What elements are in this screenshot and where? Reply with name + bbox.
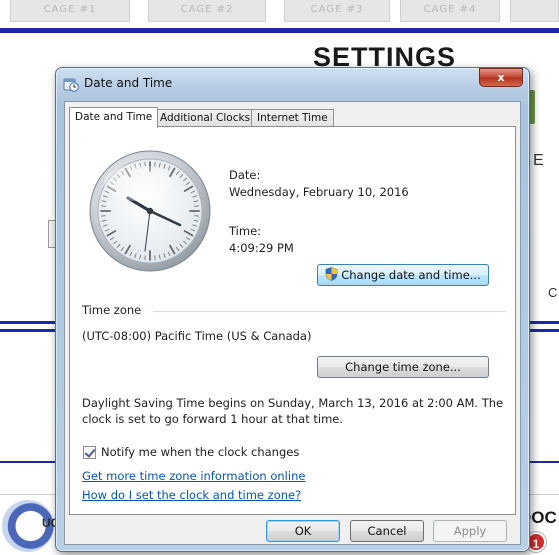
change-date-and-time-button[interactable]: Change date and time...	[317, 264, 489, 286]
date-time-app-icon	[63, 78, 79, 92]
change-time-zone-button[interactable]: Change time zone...	[317, 356, 489, 378]
background-rule	[528, 321, 559, 324]
time-value: 4:09:29 PM	[229, 241, 294, 255]
background-tab-cage-1[interactable]: CAGE #1	[10, 0, 130, 22]
background-header-rule	[0, 28, 559, 33]
tab-internet-time[interactable]: Internet Time	[251, 109, 334, 127]
dst-notice-line-2: clock is set to go forward 1 hour at tha…	[82, 412, 344, 426]
ok-button[interactable]: OK	[266, 520, 340, 542]
dialog-title: Date and Time	[84, 76, 173, 90]
change-date-and-time-label: Change date and time...	[341, 268, 481, 282]
background-tab-cage-4[interactable]: CAGE #4	[400, 0, 500, 22]
background-tab-strip: CAGE #1 CAGE #2 CAGE #3 CAGE #4	[0, 0, 559, 28]
time-zone-info-link[interactable]: Get more time zone information online	[82, 469, 305, 483]
background-rule	[528, 329, 559, 332]
notify-label[interactable]: Notify me when the clock changes	[101, 445, 299, 459]
date-label: Date:	[229, 168, 261, 182]
dst-notice-line-1: Daylight Saving Time begins on Sunday, M…	[82, 396, 504, 410]
background-text-fragment: C	[548, 285, 558, 300]
background-text-fragment: E	[533, 152, 544, 169]
background-tab-more[interactable]	[510, 0, 559, 22]
cancel-button[interactable]: Cancel	[350, 520, 424, 542]
timezone-value: (UTC-08:00) Pacific Time (US & Canada)	[82, 329, 312, 343]
tab-panel-date-and-time: Date: Wednesday, February 10, 2016 Time:…	[69, 126, 516, 515]
background-rule	[0, 321, 58, 324]
background-rule	[0, 461, 58, 463]
uac-shield-icon	[325, 267, 338, 281]
date-time-dialog: Date and Time x Date and Time Additional…	[55, 67, 530, 552]
set-clock-help-link[interactable]: How do I set the clock and time zone?	[82, 488, 301, 502]
timezone-heading: Time zone	[82, 303, 142, 317]
background-rule	[0, 329, 58, 332]
notify-checkbox[interactable]	[83, 446, 96, 459]
tab-date-and-time[interactable]: Date and Time	[69, 107, 159, 128]
background-tab-cage-2[interactable]: CAGE #2	[148, 0, 266, 22]
date-value: Wednesday, February 10, 2016	[229, 185, 409, 199]
time-label: Time:	[229, 224, 262, 238]
analog-clock-icon	[89, 150, 211, 272]
apply-button[interactable]: Apply	[433, 520, 507, 542]
background-tab-cage-3[interactable]: CAGE #3	[284, 0, 390, 22]
timezone-divider	[153, 311, 506, 312]
dialog-client-area: Date and Time Additional Clocks Internet…	[64, 101, 521, 545]
tab-additional-clocks[interactable]: Additional Clocks	[154, 109, 257, 127]
close-button[interactable]: x	[479, 68, 523, 87]
background-rule	[528, 461, 559, 463]
